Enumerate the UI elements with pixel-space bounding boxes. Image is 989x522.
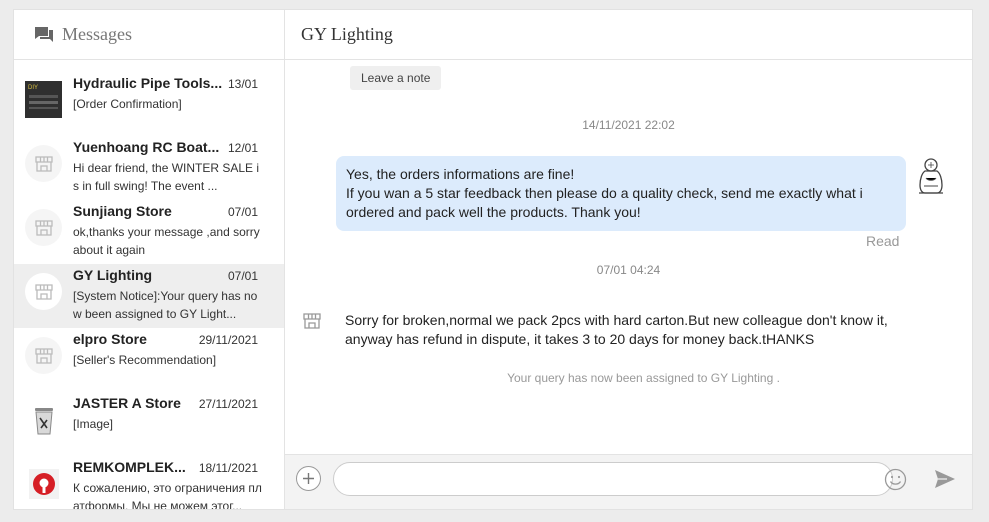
conversation-name: GY Lighting [73,267,153,283]
conversation-item-gy-lighting[interactable]: GY Lighting 07/01 [System Notice]:Your q… [14,264,284,328]
conversation-date: 27/11/2021 [198,397,258,411]
conversation-item-remkomplek[interactable]: REMKOMPLEK... 18/11/2021 К сожалению, эт… [14,456,284,510]
conversation-preview: [Image] [73,417,114,431]
conversation-date: 07/01 [227,205,258,219]
send-icon [935,470,955,488]
store-icon [303,313,321,329]
plus-icon [303,473,314,484]
conversation-name: Yuenhoang RC Boat... [73,139,220,155]
outgoing-message-bubble: Yes, the orders informations are fine! I… [336,156,906,231]
send-button[interactable] [934,469,956,494]
conversation-item-hydraulic-pipe-tools[interactable]: DIY Hydraulic Pipe Tools... 13/01 [Order… [14,72,284,136]
attach-plus-button[interactable] [296,466,321,491]
sidebar-title: Messages [62,24,132,44]
incoming-message: Sorry for broken,normal we pack 2pcs wit… [345,312,888,347]
conversation-preview: [Seller's Recommendation] [73,353,217,367]
conversation-item-jaster-a-store[interactable]: JASTER A Store 27/11/2021 [Image] [14,392,284,456]
conversation-date: 29/11/2021 [198,333,258,347]
trash-bin-logo-avatar [25,401,62,438]
leave-note-button[interactable]: Leave a note [350,66,442,90]
chat-header: GY Lighting [285,10,972,60]
conversation-preview: К сожалению, это ограничения платформы. … [73,481,262,510]
red-circle-logo-icon [28,468,59,499]
message-input-bar [285,454,972,509]
message-input[interactable] [333,462,893,496]
conversation-preview: [System Notice]:Your query has now been … [73,289,258,321]
store-icon [34,347,53,364]
message-timestamp: 07/01 04:24 [596,263,661,277]
store-avatar [25,209,62,246]
trash-bin-logo-icon [34,407,53,434]
conversation-item-elpro-store[interactable]: elpro Store 29/11/2021 [Seller's Recomme… [14,328,284,392]
conversation-name: Hydraulic Pipe Tools... [73,75,223,91]
emoji-button[interactable] [884,468,907,496]
chat-bubbles-icon [35,26,53,42]
conversation-date: 07/01 [227,269,258,283]
store-icon [34,219,53,236]
messages-window: Messages DIY Hydraulic Pipe Tools... 13/… [13,9,973,510]
store-icon [34,155,53,172]
store-avatar [25,337,62,374]
conversation-sidebar: Messages DIY Hydraulic Pipe Tools... 13/… [14,10,285,509]
red-circle-logo-avatar [25,465,62,502]
product-image-avatar: DIY [25,81,62,118]
chat-panel: GY Lighting Leave a note 14/11/2021 22:0… [285,10,972,509]
svg-text:DIY: DIY [28,85,38,91]
conversation-date: 12/01 [227,141,258,155]
store-avatar [25,145,62,182]
message-thread: Leave a note 14/11/2021 22:02 Yes, the o… [285,60,972,457]
message-timestamp: 14/11/2021 22:02 [582,118,675,132]
conversation-date: 18/11/2021 [198,461,258,475]
chat-title: GY Lighting [301,24,393,44]
conversation-date: 13/01 [227,77,258,91]
smiley-icon [884,468,907,491]
conversation-preview: [Order Confirmation] [73,97,182,111]
conversation-item-yuenhoang-rc-boat[interactable]: Yuenhoang RC Boat... 12/01 Hi dear frien… [14,136,284,200]
system-notice: Your query has now been assigned to GY L… [507,371,780,385]
outgoing-message-line: Yes, the orders informations are fine! [346,166,575,182]
conversation-preview: ok,thanks your message ,and sorry about … [73,225,260,257]
conversation-name: Sunjiang Store [73,203,172,219]
conversation-preview: Hi dear friend, the WINTER SALE is in fu… [73,161,260,193]
read-status: Read [866,233,900,249]
outgoing-message-line: If you wan a 5 star feedback then please… [346,185,863,220]
product-image-icon: DIY [25,81,62,118]
store-avatar [25,273,62,310]
sidebar-header: Messages [14,10,284,60]
store-icon [34,283,53,300]
user-avatar-icon [919,158,943,194]
conversation-item-sunjiang-store[interactable]: Sunjiang Store 07/01 ok,thanks your mess… [14,200,284,264]
